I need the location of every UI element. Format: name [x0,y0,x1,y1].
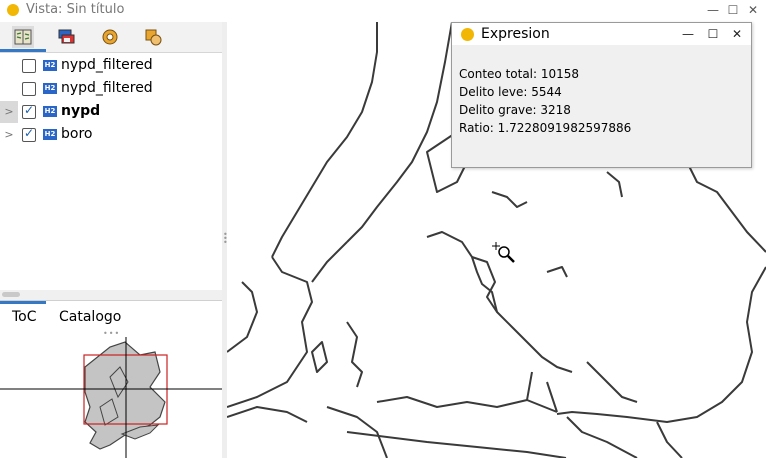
map-book-icon [14,29,32,45]
panel-tabs: ToC Catalogo [0,300,222,331]
layer-row-nypd-filtered-2[interactable]: H2 nypd_filtered [0,78,222,100]
window-titlebar: Vista: Sin título — ☐ ✕ [0,0,766,21]
layer-visibility-checkbox[interactable] [22,82,36,96]
window-close-button[interactable]: ✕ [742,1,764,19]
result-felony: Delito grave: 3218 [459,103,571,117]
vector-layer-icon: H2 [43,83,57,94]
layers-tool-button[interactable] [55,26,77,48]
vector-layer-icon: H2 [43,60,57,71]
layer-label: nypd_filtered [61,57,153,73]
add-layer-tool-button[interactable] [99,26,121,48]
gvsig-logo-icon [461,28,474,41]
layer-label: nypd [61,103,101,119]
splitter-grip-icon: • • • [223,230,228,247]
vector-layer-icon: H2 [43,106,57,117]
toc-layer-list: H2 nypd_filtered H2 nypd_filtered > H2 n… [0,53,222,290]
window-minimize-button[interactable]: — [702,1,724,19]
zoom-cursor-icon [492,242,515,263]
gvsig-logo-icon [7,4,19,16]
layer-label: boro [61,126,93,142]
layer-label: nypd_filtered [61,80,153,96]
dialog-maximize-button[interactable]: ☐ [703,25,723,43]
result-minor-crime: Delito leve: 5544 [459,85,562,99]
tab-toc[interactable]: ToC [12,309,37,325]
layer-visibility-checkbox[interactable] [22,103,36,119]
symbology-tool-button[interactable] [142,26,164,48]
expression-dialog: Expresion — ☐ ✕ Conteo total: 10158 Deli… [451,22,752,168]
vector-layer-icon: H2 [43,129,57,140]
chevron-right-icon[interactable]: > [0,124,18,146]
active-tab-indicator [0,301,46,304]
window-maximize-button[interactable]: ☐ [722,1,744,19]
layer-row-boro[interactable]: > H2 boro [0,124,222,146]
shapes-icon [145,29,162,46]
overview-map[interactable] [0,337,222,458]
dialog-minimize-button[interactable]: — [678,25,698,43]
result-ratio: Ratio: 1.7228091982597886 [459,121,632,135]
toc-horizontal-scrollbar[interactable] [0,290,222,300]
layer-add-icon [102,29,118,45]
tab-catalog[interactable]: Catalogo [59,309,121,325]
chevron-right-icon[interactable]: > [0,101,18,123]
result-total-count: Conteo total: 10158 [459,67,580,81]
map-toc-tool-button[interactable] [12,26,34,48]
layer-visibility-checkbox[interactable] [22,126,36,142]
dialog-title: Expresion [481,26,550,42]
layer-visibility-checkbox[interactable] [22,59,36,73]
layers-stack-icon [58,29,75,44]
window-title: Vista: Sin título [26,2,125,17]
overview-map-graphic [0,337,222,458]
dialog-close-button[interactable]: ✕ [727,25,747,43]
layer-row-nypd[interactable]: > H2 nypd [0,101,222,123]
scrollbar-thumb[interactable] [2,292,20,297]
toolbar-active-indicator [0,49,46,52]
layer-row-nypd-filtered-1[interactable]: H2 nypd_filtered [0,55,222,77]
dialog-titlebar[interactable]: Expresion — ☐ ✕ [452,23,751,45]
